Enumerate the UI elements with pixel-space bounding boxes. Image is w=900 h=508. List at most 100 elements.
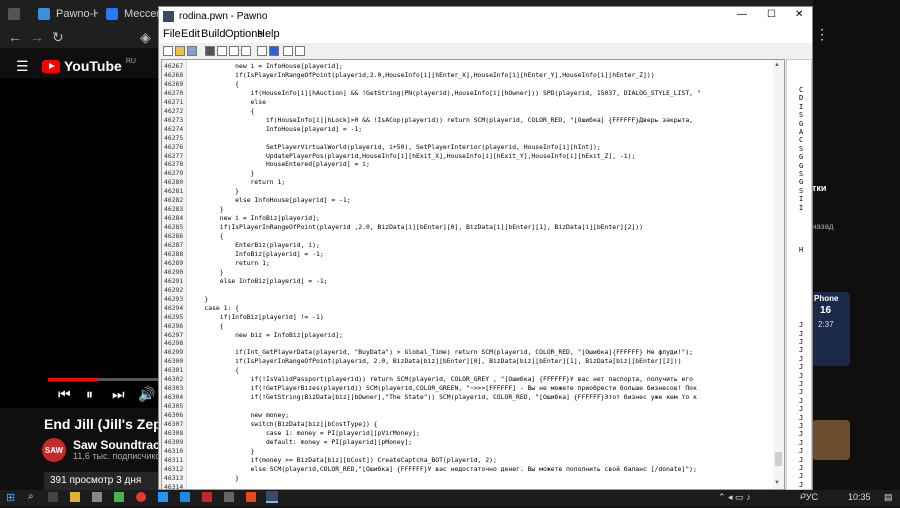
code-line[interactable]: else InfoBiz[playerid] = -1; bbox=[189, 277, 771, 286]
maximize-button[interactable]: ☐ bbox=[767, 9, 776, 20]
search-icon[interactable]: ⌕ bbox=[28, 491, 34, 502]
code-line[interactable]: new i = InfoBiz[playerid]; bbox=[189, 214, 771, 223]
explorer-icon[interactable] bbox=[70, 492, 80, 502]
code-line[interactable]: { bbox=[189, 366, 771, 375]
code-line[interactable]: if(IsPlayerInRangeOfPoint(playerid,2.0,H… bbox=[189, 71, 771, 80]
function-list-icon[interactable] bbox=[295, 46, 305, 56]
app-icon[interactable] bbox=[246, 492, 256, 502]
app-icon[interactable] bbox=[202, 492, 212, 502]
code-line[interactable]: } bbox=[189, 474, 771, 483]
code-line[interactable] bbox=[189, 483, 771, 489]
code-line[interactable]: } bbox=[189, 169, 771, 178]
tray-icons[interactable]: ⌃ ◂ ▭ ♪ bbox=[718, 492, 751, 503]
open-file-icon[interactable] bbox=[175, 46, 185, 56]
code-line[interactable]: if(IsPlayerInRangeOfPoint(playerid ,2.0,… bbox=[189, 223, 771, 232]
code-line[interactable]: InfoHouse[playerid] = -1; bbox=[189, 125, 771, 134]
menu-icon[interactable]: ☰ bbox=[16, 58, 29, 75]
menu-help[interactable]: Help bbox=[257, 28, 280, 40]
reload-icon[interactable]: ↻ bbox=[52, 29, 64, 46]
tab-pawno-help[interactable]: Pawno-Help.Ru bbox=[30, 0, 98, 28]
video-player[interactable] bbox=[0, 78, 160, 408]
code-line[interactable]: { bbox=[189, 322, 771, 331]
paste-icon[interactable] bbox=[241, 46, 251, 56]
close-button[interactable]: ✕ bbox=[795, 9, 803, 20]
vertical-scrollbar[interactable] bbox=[773, 60, 784, 489]
code-line[interactable]: if(HouseInfo[i][hAuction] && !GetString(… bbox=[189, 89, 771, 98]
code-line[interactable]: else bbox=[189, 98, 771, 107]
scroll-up-icon[interactable]: ▲ bbox=[774, 62, 780, 68]
code-line[interactable] bbox=[189, 286, 771, 295]
extensions-icon[interactable]: ⋮ bbox=[815, 26, 829, 43]
code-line[interactable]: if(IsPlayerInRangeOfPoint(playerid, 2.0,… bbox=[189, 357, 771, 366]
menu-file[interactable]: File bbox=[163, 28, 181, 40]
code-line[interactable]: else SCM(playerid,COLOR_RED,"[Ошибка] {F… bbox=[189, 465, 771, 474]
code-line[interactable]: new money; bbox=[189, 411, 771, 420]
app-icon[interactable] bbox=[224, 492, 234, 502]
code-line[interactable]: if(money >= BizData[biz][bCost]) CreateC… bbox=[189, 456, 771, 465]
code-line[interactable]: } bbox=[189, 268, 771, 277]
browser-icon[interactable] bbox=[136, 492, 146, 502]
phone-thumbnail[interactable]: Phone 16 2:37 bbox=[812, 292, 850, 366]
minimize-button[interactable]: — bbox=[737, 9, 747, 20]
code-line[interactable]: case 1: { bbox=[189, 304, 771, 313]
code-line[interactable]: if(HouseInfo[i][hLock]>0 && !IsACop(play… bbox=[189, 116, 771, 125]
menu-build[interactable]: Build bbox=[201, 28, 225, 40]
code-line[interactable]: InfoBiz[playerid] = -1; bbox=[189, 250, 771, 259]
channel-avatar[interactable]: SAW bbox=[42, 438, 66, 462]
code-line[interactable]: if(!GetString(BizData[biz][bOwner],"The … bbox=[189, 393, 771, 402]
code-line[interactable] bbox=[189, 402, 771, 411]
youtube-logo[interactable]: YouTube RU bbox=[42, 58, 136, 74]
code-line[interactable]: EnterBiz(playerid, i); bbox=[189, 241, 771, 250]
code-line[interactable]: { bbox=[189, 232, 771, 241]
volume-icon[interactable]: 🔊 bbox=[138, 386, 155, 403]
function-list-item[interactable]: J bbox=[799, 498, 807, 507]
code-line[interactable]: UpdatePlayerPos(playerid,HouseInfo[i][hE… bbox=[189, 152, 771, 161]
previous-icon[interactable]: ⏮ bbox=[58, 386, 71, 403]
app-icon[interactable] bbox=[114, 492, 124, 502]
start-icon[interactable]: ⊞ bbox=[6, 491, 15, 504]
code-line[interactable]: return 1; bbox=[189, 178, 771, 187]
code-line[interactable]: if(!GetPlayerBizes(playerid)) SCM(player… bbox=[189, 384, 771, 393]
code-line[interactable]: if(InfoBiz[playerid] != -1) bbox=[189, 313, 771, 322]
app-icon[interactable] bbox=[158, 492, 168, 502]
pause-icon[interactable]: ⏸ bbox=[86, 386, 93, 403]
scrollbar-thumb[interactable] bbox=[775, 452, 782, 466]
code-line[interactable]: new i = InfoHouse[playerid]; bbox=[189, 62, 771, 71]
code-line[interactable]: if(!IsValidPassport(playerid)) return SC… bbox=[189, 375, 771, 384]
shield-icon[interactable]: ◈ bbox=[140, 29, 151, 46]
code-line[interactable] bbox=[189, 134, 771, 143]
code-line[interactable]: else InfoHouse[playerid] = -1; bbox=[189, 196, 771, 205]
code-line[interactable]: } bbox=[189, 295, 771, 304]
code-line[interactable]: { bbox=[189, 80, 771, 89]
find-icon[interactable] bbox=[205, 46, 215, 56]
function-list-panel[interactable]: CDISGACSGGSGSIIHJJJJJJJJJJJJJJJJJJJJJJ bbox=[786, 59, 812, 506]
back-icon[interactable]: ← bbox=[8, 29, 22, 45]
save-icon[interactable] bbox=[187, 46, 197, 56]
menu-edit[interactable]: Edit bbox=[181, 28, 200, 40]
app-icon[interactable] bbox=[92, 492, 102, 502]
next-icon[interactable]: ⏭ bbox=[112, 386, 125, 403]
code-line[interactable]: } bbox=[189, 447, 771, 456]
code-line[interactable]: HouseEntered[playerid] = i; bbox=[189, 160, 771, 169]
code-line[interactable]: switch(BizData[biz][bCostType]) { bbox=[189, 420, 771, 429]
code-line[interactable]: } bbox=[189, 187, 771, 196]
clock[interactable]: 10:35 bbox=[848, 492, 871, 502]
help-icon[interactable] bbox=[283, 46, 293, 56]
video-thumbnail[interactable] bbox=[812, 420, 850, 460]
code-line[interactable]: if(Int_GetPlayerData(playerid, "BuyData"… bbox=[189, 348, 771, 357]
scroll-down-icon[interactable]: ▼ bbox=[774, 480, 780, 486]
undo-icon[interactable] bbox=[257, 46, 267, 56]
code-line[interactable]: SetPlayerVirtualWorld(playerid, i+50), S… bbox=[189, 143, 771, 152]
code-line[interactable]: } bbox=[189, 205, 771, 214]
pawno-taskbar-icon[interactable] bbox=[266, 491, 278, 503]
compile-icon[interactable] bbox=[269, 46, 279, 56]
code-line[interactable]: return 1; bbox=[189, 259, 771, 268]
new-file-icon[interactable] bbox=[163, 46, 173, 56]
code-line[interactable] bbox=[189, 339, 771, 348]
cut-icon[interactable] bbox=[217, 46, 227, 56]
copy-icon[interactable] bbox=[229, 46, 239, 56]
taskview-icon[interactable] bbox=[48, 492, 58, 502]
notifications-icon[interactable]: ▤ bbox=[884, 492, 893, 503]
code-line[interactable]: default: money = PI[playerid][pMoney]; bbox=[189, 438, 771, 447]
app-icon[interactable] bbox=[180, 492, 190, 502]
